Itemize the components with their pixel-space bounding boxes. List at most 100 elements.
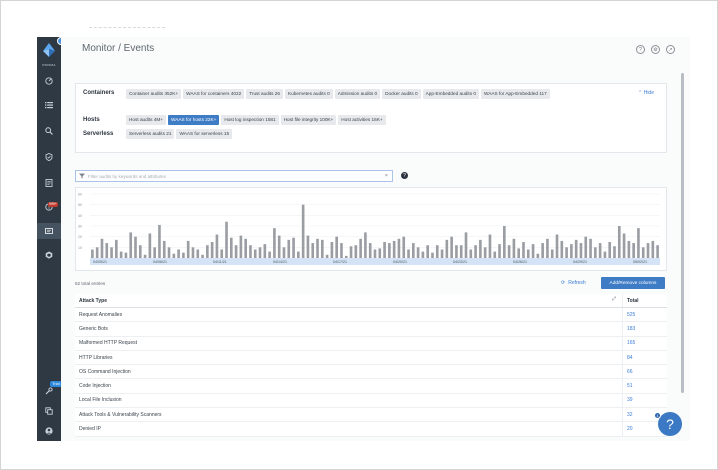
histogram-bar[interactable] — [359, 238, 362, 258]
histogram-bar[interactable] — [651, 240, 655, 258]
histogram-bar[interactable] — [186, 240, 190, 258]
histogram-bar[interactable] — [613, 246, 616, 258]
histogram-bar[interactable] — [110, 247, 113, 258]
total-count-link[interactable]: 165 — [622, 336, 667, 350]
histogram-bar[interactable] — [421, 251, 425, 258]
histogram-bar[interactable] — [344, 255, 348, 258]
histogram-bar[interactable] — [129, 232, 133, 258]
histogram-bar[interactable] — [550, 249, 554, 258]
histogram-bar[interactable] — [459, 245, 463, 258]
total-count-link[interactable]: 84 — [622, 350, 667, 365]
histogram-bar[interactable] — [258, 247, 262, 258]
histogram-bar[interactable] — [335, 236, 338, 258]
column-header[interactable]: Total — [622, 294, 667, 307]
histogram-bar[interactable] — [268, 251, 271, 258]
histogram-bar[interactable] — [426, 245, 429, 258]
help-button[interactable]: ? — [658, 412, 682, 436]
sidebar-item-profile[interactable] — [37, 423, 61, 439]
histogram-bar[interactable] — [526, 249, 530, 258]
histogram-bar[interactable] — [301, 204, 305, 258]
histogram-bar[interactable] — [292, 237, 295, 258]
histogram-bar[interactable] — [570, 244, 573, 258]
sidebar-item-alerts[interactable]: 999+ — [37, 199, 61, 215]
histogram-bar[interactable] — [349, 246, 353, 258]
histogram-bar[interactable] — [498, 244, 501, 258]
histogram-bar[interactable] — [306, 235, 310, 258]
histogram-bar[interactable] — [507, 245, 511, 258]
table-row[interactable]: Attack Tools & Vulnerability Scanners 32 — [75, 408, 667, 423]
filter-chip[interactable]: Docker audits 0 — [382, 89, 421, 99]
refresh-button[interactable]: ⟳ Refresh — [561, 280, 586, 286]
filter-chip[interactable]: Trust audits 26 — [246, 89, 284, 99]
filter-chip-selected[interactable]: WAAS for hosts 22K+ — [168, 115, 220, 125]
histogram-bar[interactable] — [167, 247, 171, 258]
histogram-bar[interactable] — [182, 252, 185, 258]
histogram-bar[interactable] — [560, 240, 564, 258]
sidebar-item-compliance[interactable] — [37, 149, 61, 165]
histogram-bar[interactable] — [368, 243, 372, 258]
sidebar-item-list[interactable] — [37, 97, 61, 113]
histogram-bar[interactable] — [225, 221, 228, 258]
histogram-bar[interactable] — [134, 236, 137, 258]
histogram-bar[interactable] — [201, 254, 204, 258]
histogram-bar[interactable] — [273, 228, 276, 258]
histogram-bar[interactable] — [325, 254, 329, 258]
table-row[interactable]: Code Injection 51 — [75, 379, 667, 394]
histogram-bar[interactable] — [153, 247, 156, 258]
table-row[interactable]: HTTP Libraries 84 — [75, 350, 667, 366]
sidebar-item-monitor-events[interactable] — [37, 223, 61, 239]
histogram-bar[interactable] — [450, 236, 453, 258]
histogram-bar[interactable] — [239, 235, 243, 258]
histogram-bar[interactable] — [196, 249, 200, 258]
filter-chip[interactable]: Container audits 352K+ — [126, 89, 182, 99]
clear-search-icon[interactable]: × — [385, 173, 388, 179]
histogram-bar[interactable] — [311, 243, 315, 258]
histogram-bar[interactable] — [172, 253, 176, 258]
histogram-bar[interactable] — [206, 245, 209, 258]
histogram-bar[interactable] — [646, 243, 650, 258]
histogram-bar[interactable] — [469, 249, 473, 258]
export-icon[interactable]: ↗ — [666, 45, 675, 54]
histogram-bar[interactable] — [416, 247, 420, 258]
histogram-bar[interactable] — [191, 247, 195, 258]
scrollbar-thumb[interactable] — [681, 73, 684, 393]
histogram-bar[interactable] — [656, 245, 659, 258]
total-count-link[interactable]: 39 — [622, 393, 667, 408]
table-row[interactable]: Generic Bots 183 — [75, 322, 667, 337]
histogram-bar[interactable] — [162, 240, 166, 258]
histogram-bar[interactable] — [287, 239, 291, 258]
histogram-bar[interactable] — [517, 248, 521, 258]
histogram-bar[interactable] — [483, 247, 487, 258]
histogram-bar[interactable] — [479, 239, 482, 258]
settings-icon[interactable]: ⚙ — [651, 45, 660, 54]
histogram-bar[interactable] — [493, 251, 497, 258]
hide-filters-link[interactable]: ⌃ Hide — [638, 90, 654, 96]
histogram-bar[interactable] — [488, 234, 492, 258]
search-input[interactable]: Filter audits by keywords and attributes… — [75, 170, 393, 182]
histogram-bar[interactable] — [297, 251, 300, 258]
filter-chip[interactable]: Kubernetes audits 0 — [285, 89, 333, 99]
sidebar-item-tools[interactable]: Trial — [37, 381, 62, 399]
total-count-link[interactable]: 51 — [622, 379, 667, 393]
filter-chip[interactable]: WAAS for serverless 15 — [176, 129, 233, 139]
brand-logo[interactable]: PRISMA — [40, 43, 58, 67]
histogram-bar[interactable] — [215, 234, 219, 258]
histogram-bar[interactable] — [138, 245, 142, 258]
histogram-bar[interactable] — [148, 233, 152, 258]
histogram-bar[interactable] — [383, 242, 386, 258]
histogram-bar[interactable] — [249, 245, 252, 258]
filter-chip[interactable]: Serverless audits 21 — [126, 129, 175, 139]
histogram-bar[interactable] — [115, 239, 118, 258]
histogram-bar[interactable] — [579, 243, 583, 258]
histogram-bar[interactable] — [589, 238, 592, 258]
histogram-bar[interactable] — [100, 238, 104, 258]
histogram-bar[interactable] — [220, 249, 224, 258]
total-count-link[interactable]: 525 — [622, 308, 667, 322]
histogram-bar[interactable] — [282, 247, 286, 258]
histogram-bar[interactable] — [531, 244, 535, 258]
histogram-bar[interactable] — [143, 254, 147, 258]
histogram-bar[interactable] — [435, 245, 439, 258]
sidebar-item-radar[interactable] — [37, 73, 61, 89]
help-icon[interactable]: ? — [636, 45, 645, 54]
histogram-bar[interactable] — [397, 238, 401, 258]
